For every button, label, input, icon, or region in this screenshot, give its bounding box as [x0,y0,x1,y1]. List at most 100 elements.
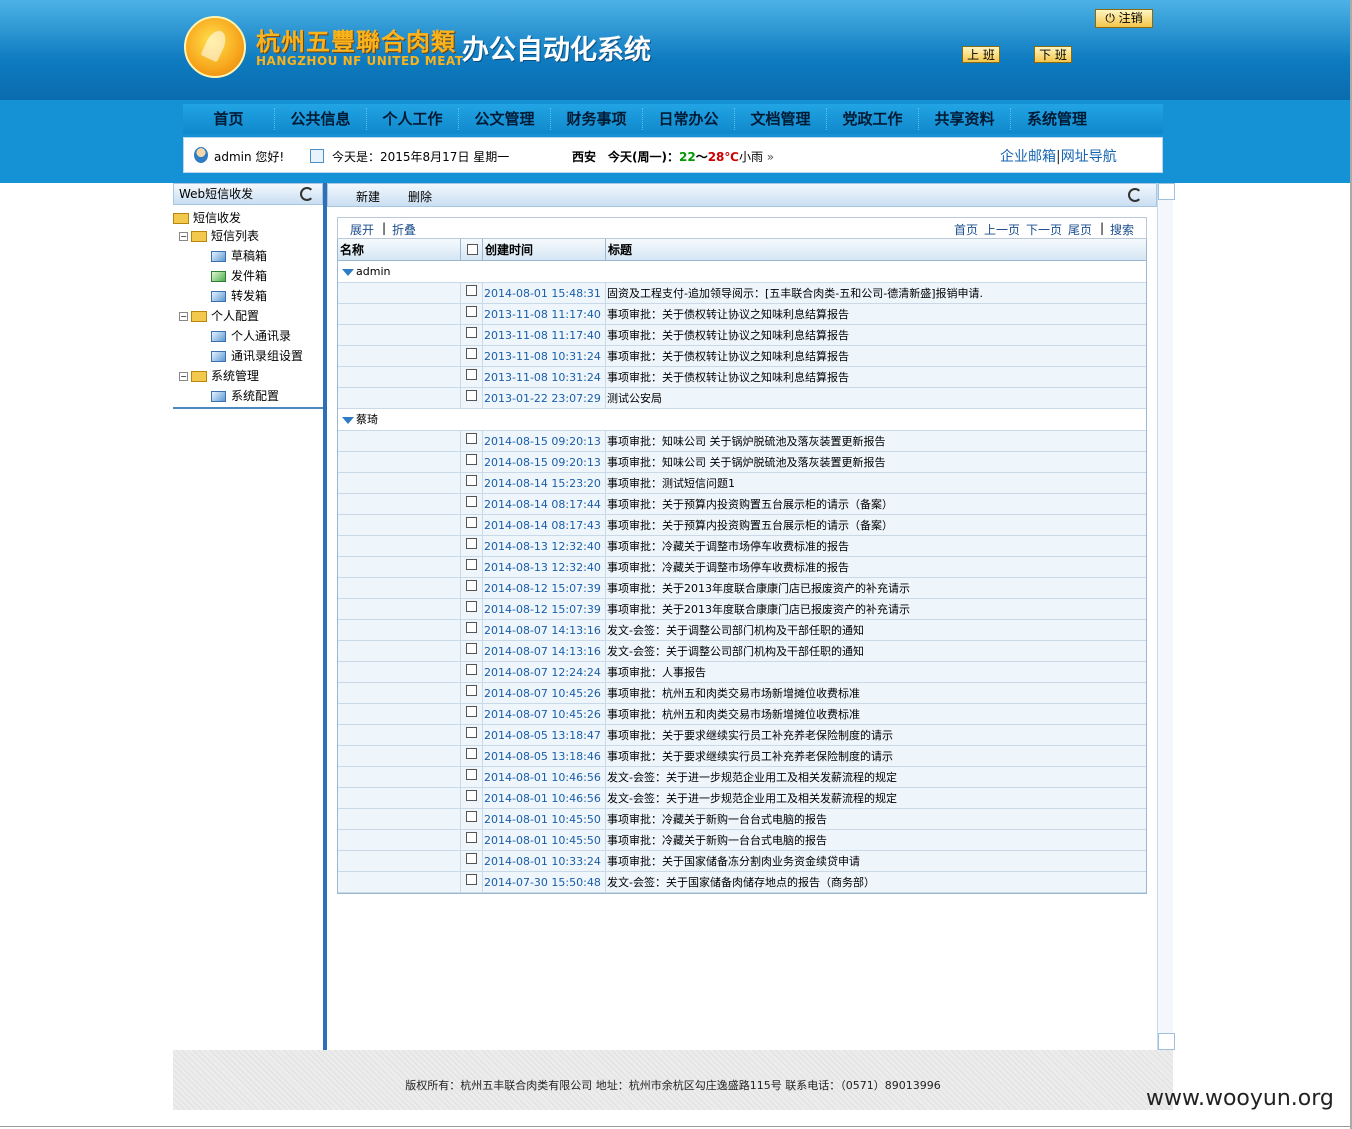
cell-title[interactable]: 事项审批：冷藏关于调整市场停车收费标准的报告 [606,557,1146,577]
row-checkbox[interactable] [466,305,477,317]
expand-arrow-icon[interactable] [342,268,354,276]
row-checkbox[interactable] [466,516,477,528]
row-checkbox[interactable] [466,852,477,864]
cell-title[interactable]: 事项审批：人事报告 [606,662,1146,682]
logout-button[interactable]: ⏻ 注销 [1095,9,1153,28]
cell-title[interactable]: 发文-会签：关于国家储备肉储存地点的报告（商务部） [606,872,1146,892]
table-row[interactable]: 2014-08-01 10:46:56 发文-会签：关于进一步规范企业用工及相关发… [338,788,1146,809]
cell-title[interactable]: 事项审批：冷藏关于调整市场停车收费标准的报告 [606,536,1146,556]
tree-node-drafts[interactable]: 草稿箱 [211,249,267,263]
table-row[interactable]: 2013-11-08 10:31:24 事项审批：关于债权转让协议之知味利息结算报… [338,346,1146,367]
col-title-header[interactable]: 标题 [606,239,1146,260]
table-row[interactable]: 2014-08-05 13:18:47 事项审批：关于要求继续实行员工补充养老保险… [338,725,1146,746]
collapse-icon[interactable]: − [179,232,188,241]
cell-title[interactable]: 事项审批：关于国家储备冻分割肉业务资金续贷申请 [606,851,1146,871]
nav-item-6[interactable]: 文档管理 [735,108,827,130]
row-checkbox[interactable] [466,873,477,885]
table-row[interactable]: 2014-08-07 12:24:24 事项审批：人事报告 [338,662,1146,683]
row-checkbox[interactable] [466,284,477,296]
tree-node-system-config[interactable]: 系统配置 [211,389,279,403]
cell-title[interactable]: 测试公安局 [606,388,1146,408]
tree-node-forwarded[interactable]: 转发箱 [211,289,267,303]
cell-title[interactable]: 事项审批：知味公司 关于锅炉脱硫池及落灰装置更新报告 [606,452,1146,472]
table-row[interactable]: 2014-08-07 10:45:26 事项审批：杭州五和肉类交易市场新增摊位收费… [338,683,1146,704]
weather-more-icon[interactable]: » [767,150,774,164]
cell-title[interactable]: 事项审批：关于债权转让协议之知味利息结算报告 [606,304,1146,324]
table-row[interactable]: 2014-08-14 08:17:43 事项审批：关于预算内投资购置五台展示柜的请… [338,515,1146,536]
table-row[interactable]: 2013-11-08 11:17:40 事项审批：关于债权转让协议之知味利息结算报… [338,325,1146,346]
table-row[interactable]: 2014-08-15 09:20:13 事项审批：知味公司 关于锅炉脱硫池及落灰装… [338,431,1146,452]
select-all-checkbox[interactable] [467,244,478,255]
expand-arrow-icon[interactable] [342,416,354,424]
cell-title[interactable]: 发文-会签：关于进一步规范企业用工及相关发薪流程的规定 [606,767,1146,787]
cell-title[interactable]: 事项审批：关于预算内投资购置五台展示柜的请示（备案） [606,494,1146,514]
on-duty-button[interactable]: 上 班 [962,46,1000,63]
nav-item-8[interactable]: 共享资料 [919,108,1011,130]
row-checkbox[interactable] [466,621,477,633]
table-row[interactable]: 2013-01-22 23:07:29 测试公安局 [338,388,1146,409]
table-row[interactable]: 2014-08-01 10:46:56 发文-会签：关于进一步规范企业用工及相关发… [338,767,1146,788]
row-checkbox[interactable] [466,789,477,801]
table-row[interactable]: 2014-08-01 10:45:50 事项审批：冷藏关于新购一台台式电脑的报告 [338,809,1146,830]
cell-title[interactable]: 事项审批：关于预算内投资购置五台展示柜的请示（备案） [606,515,1146,535]
table-row[interactable]: 2013-11-08 11:17:40 事项审批：关于债权转让协议之知味利息结算报… [338,304,1146,325]
cell-title[interactable]: 事项审批：知味公司 关于锅炉脱硫池及落灰装置更新报告 [606,431,1146,451]
table-row[interactable]: 2014-08-07 14:13:16 发文-会签：关于调整公司部门机构及干部任职… [338,641,1146,662]
row-checkbox[interactable] [466,642,477,654]
nav-item-2[interactable]: 个人工作 [367,108,459,130]
collapse-link[interactable]: 折叠 [392,221,416,238]
cell-title[interactable]: 事项审批：冷藏关于新购一台台式电脑的报告 [606,830,1146,850]
row-checkbox[interactable] [466,810,477,822]
table-row[interactable]: 2013-11-08 10:31:24 事项审批：关于债权转让协议之知味利息结算报… [338,367,1146,388]
row-checkbox[interactable] [466,726,477,738]
row-checkbox[interactable] [466,579,477,591]
row-checkbox[interactable] [466,326,477,338]
panel-divider[interactable] [323,183,327,1050]
cell-title[interactable]: 事项审批：关于债权转让协议之知味利息结算报告 [606,325,1146,345]
cell-title[interactable]: 发文-会签：关于调整公司部门机构及干部任职的通知 [606,620,1146,640]
tree-node-address-group[interactable]: 通讯录组设置 [211,349,303,363]
row-checkbox[interactable] [466,747,477,759]
refresh-icon[interactable] [300,187,314,201]
nav-item-3[interactable]: 公文管理 [459,108,551,130]
nav-item-7[interactable]: 党政工作 [827,108,919,130]
table-row[interactable]: 2014-08-05 13:18:46 事项审批：关于要求继续实行员工补充养老保险… [338,746,1146,767]
cell-title[interactable]: 事项审批：测试短信问题1 [606,473,1146,493]
group-row[interactable]: admin [338,261,1146,283]
table-row[interactable]: 2014-08-14 08:17:44 事项审批：关于预算内投资购置五台展示柜的请… [338,494,1146,515]
table-row[interactable]: 2014-08-01 15:48:31 固资及工程支付-追加领导阅示：[五丰联合肉… [338,283,1146,304]
nav-item-5[interactable]: 日常办公 [643,108,735,130]
row-checkbox[interactable] [466,474,477,486]
table-row[interactable]: 2014-08-07 14:13:16 发文-会签：关于调整公司部门机构及干部任职… [338,620,1146,641]
tree-node-address-book[interactable]: 个人通讯录 [211,329,291,343]
cell-title[interactable]: 事项审批：关于要求继续实行员工补充养老保险制度的请示 [606,746,1146,766]
table-row[interactable]: 2014-08-01 10:45:50 事项审批：冷藏关于新购一台台式电脑的报告 [338,830,1146,851]
table-row[interactable]: 2014-08-12 15:07:39 事项审批：关于2013年度联合康康门店已报… [338,599,1146,620]
col-time-header[interactable]: 创建时间 [483,239,606,260]
table-row[interactable]: 2014-08-14 15:23:20 事项审批：测试短信问题1 [338,473,1146,494]
cell-title[interactable]: 事项审批：关于2013年度联合康康门店已报废资产的补充请示 [606,599,1146,619]
refresh-icon[interactable] [1128,188,1142,202]
cell-title[interactable]: 事项审批：关于债权转让协议之知味利息结算报告 [606,346,1146,366]
cell-title[interactable]: 事项审批：关于要求继续实行员工补充养老保险制度的请示 [606,725,1146,745]
collapse-icon[interactable]: − [179,372,188,381]
row-checkbox[interactable] [466,684,477,696]
tree-node-sms-list[interactable]: − 短信列表 [179,229,259,243]
table-row[interactable]: 2014-08-07 10:45:26 事项审批：杭州五和肉类交易市场新增摊位收费… [338,704,1146,725]
row-checkbox[interactable] [466,368,477,380]
search-link[interactable]: 搜索 [1110,221,1134,238]
row-checkbox[interactable] [466,768,477,780]
prev-page-link[interactable]: 上一页 [984,221,1020,238]
table-row[interactable]: 2014-08-15 09:20:13 事项审批：知味公司 关于锅炉脱硫池及落灰装… [338,452,1146,473]
next-page-link[interactable]: 下一页 [1026,221,1062,238]
nav-item-9[interactable]: 系统管理 [1011,108,1103,130]
row-checkbox[interactable] [466,558,477,570]
cell-title[interactable]: 发文-会签：关于调整公司部门机构及干部任职的通知 [606,641,1146,661]
link-web-navigation[interactable]: 网址导航 [1061,149,1117,165]
col-name-header[interactable]: 名称 [338,239,461,260]
row-checkbox[interactable] [466,831,477,843]
tree-node-sms[interactable]: 短信收发 [173,211,241,225]
table-row[interactable]: 2014-07-30 15:50:48 发文-会签：关于国家储备肉储存地点的报告（… [338,872,1146,893]
off-duty-button[interactable]: 下 班 [1034,46,1072,63]
row-checkbox[interactable] [466,600,477,612]
